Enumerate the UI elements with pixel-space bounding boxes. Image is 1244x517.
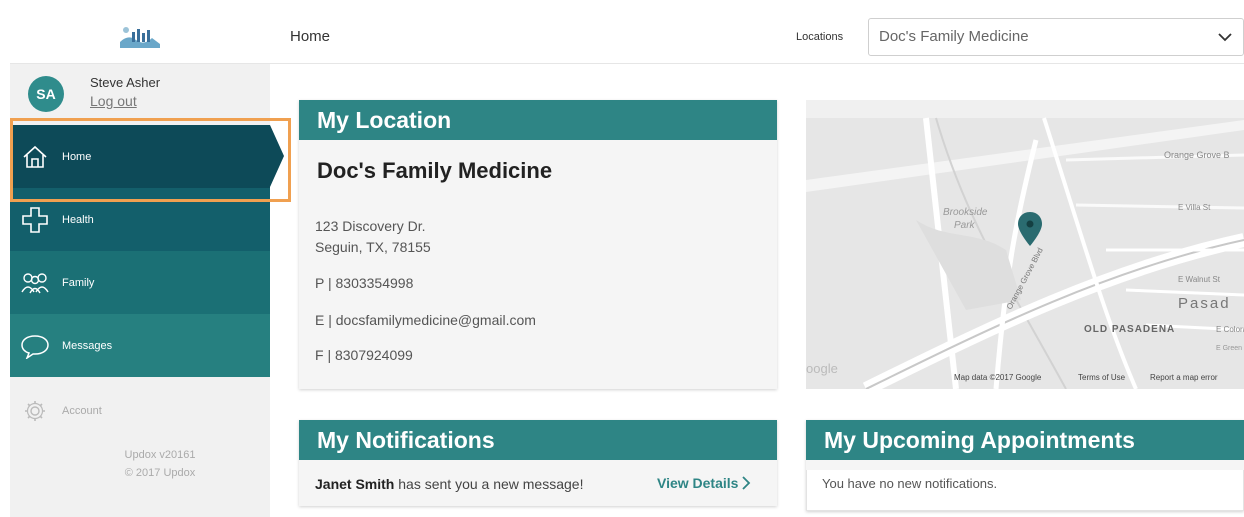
sidebar-item-home[interactable]: Home — [10, 125, 270, 188]
avatar: SA — [28, 76, 64, 112]
map-footer: Map data ©2017 Google Terms of Use Repor… — [806, 367, 1244, 389]
map-label-old-pasadena: OLD PASADENA — [1084, 324, 1175, 335]
my-appointments-title: My Upcoming Appointments — [806, 420, 1244, 460]
address-line-1: 123 Discovery Dr. — [315, 218, 426, 234]
notification-sender: Janet Smith — [315, 476, 395, 492]
phone-number: P | 8303354998 — [315, 275, 414, 291]
chevron-down-icon — [1218, 33, 1232, 42]
speech-bubble-icon — [20, 331, 50, 361]
map-data-text: Map data ©2017 Google — [954, 373, 1042, 382]
chevron-right-icon — [742, 476, 751, 490]
email-address[interactable]: E | docsfamilymedicine@gmail.com — [315, 312, 536, 328]
notification-text: has sent you a new message! — [394, 476, 584, 492]
notification-message: Janet Smith has sent you a new message! — [315, 476, 583, 492]
sidebar-item-account[interactable]: Account — [24, 400, 102, 422]
my-location-card: My Location Doc's Family Medicine 123 Di… — [299, 100, 777, 389]
home-icon — [20, 142, 50, 172]
location-map[interactable]: Brookside Park Orange Grove B E Villa St… — [806, 100, 1244, 389]
map-label-villa: E Villa St — [1178, 203, 1211, 212]
locations-label: Locations — [796, 31, 844, 43]
sidebar-item-label: Home — [62, 150, 92, 163]
sidebar-item-messages[interactable]: Messages — [10, 314, 270, 377]
sidebar: SA Steve Asher Log out Home Health Famil… — [10, 64, 284, 517]
map-label-brookside: Brookside — [943, 207, 988, 218]
sidebar-item-family[interactable]: Family — [10, 251, 270, 314]
version-text: Updox v20161 — [124, 449, 196, 461]
sidebar-item-health[interactable]: Health — [10, 188, 270, 251]
map-label-walnut: E Walnut St — [1178, 275, 1221, 284]
fax-number: F | 8307924099 — [315, 347, 413, 363]
user-name: Steve Asher — [90, 75, 161, 90]
gear-icon — [25, 401, 45, 421]
sidebar-item-label: Family — [62, 276, 95, 289]
map-label-green: E Green — [1216, 345, 1242, 352]
selected-indicator — [270, 125, 284, 187]
sidebar-item-label: Messages — [62, 339, 113, 352]
map-terms-link[interactable]: Terms of Use — [1078, 373, 1125, 382]
account-label: Account — [62, 405, 102, 417]
my-notifications-title: My Notifications — [299, 420, 777, 460]
map-label-colorado: E Colora — [1216, 325, 1244, 334]
location-select-value: Doc's Family Medicine — [879, 28, 1029, 45]
version-info: Updox v20161 © 2017 Updox — [10, 446, 270, 482]
updox-logo-icon — [120, 27, 160, 48]
map-graphic: Brookside Park Orange Grove B E Villa St… — [806, 100, 1244, 389]
app-logo[interactable] — [10, 10, 270, 64]
location-select[interactable]: Doc's Family Medicine — [868, 18, 1244, 56]
view-details-label: View Details — [657, 475, 739, 491]
logout-link[interactable]: Log out — [90, 93, 137, 109]
page-title: Home — [290, 28, 331, 45]
my-appointments-card: My Upcoming Appointments You have no new… — [806, 420, 1244, 511]
address-line-2: Seguin, TX, 78155 — [315, 239, 431, 255]
copyright-text: © 2017 Updox — [124, 467, 196, 479]
top-bar: Home Locations Doc's Family Medicine — [10, 10, 1244, 64]
map-label-orange-grove: Orange Grove B — [1164, 150, 1230, 160]
map-report-link[interactable]: Report a map error — [1150, 373, 1218, 382]
my-notifications-card: My Notifications Janet Smith has sent yo… — [299, 420, 777, 506]
map-label-pasadena: Pasad — [1178, 295, 1231, 312]
view-details-link[interactable]: View Details — [657, 475, 751, 491]
map-label-park: Park — [954, 220, 976, 231]
my-location-title: My Location — [299, 100, 777, 140]
family-icon — [20, 268, 50, 298]
appointments-empty-text: You have no new notifications. — [822, 476, 998, 491]
user-panel: SA Steve Asher Log out — [10, 64, 270, 122]
location-name: Doc's Family Medicine — [317, 158, 553, 183]
sidebar-item-label: Health — [62, 213, 94, 226]
health-cross-icon — [20, 205, 50, 235]
